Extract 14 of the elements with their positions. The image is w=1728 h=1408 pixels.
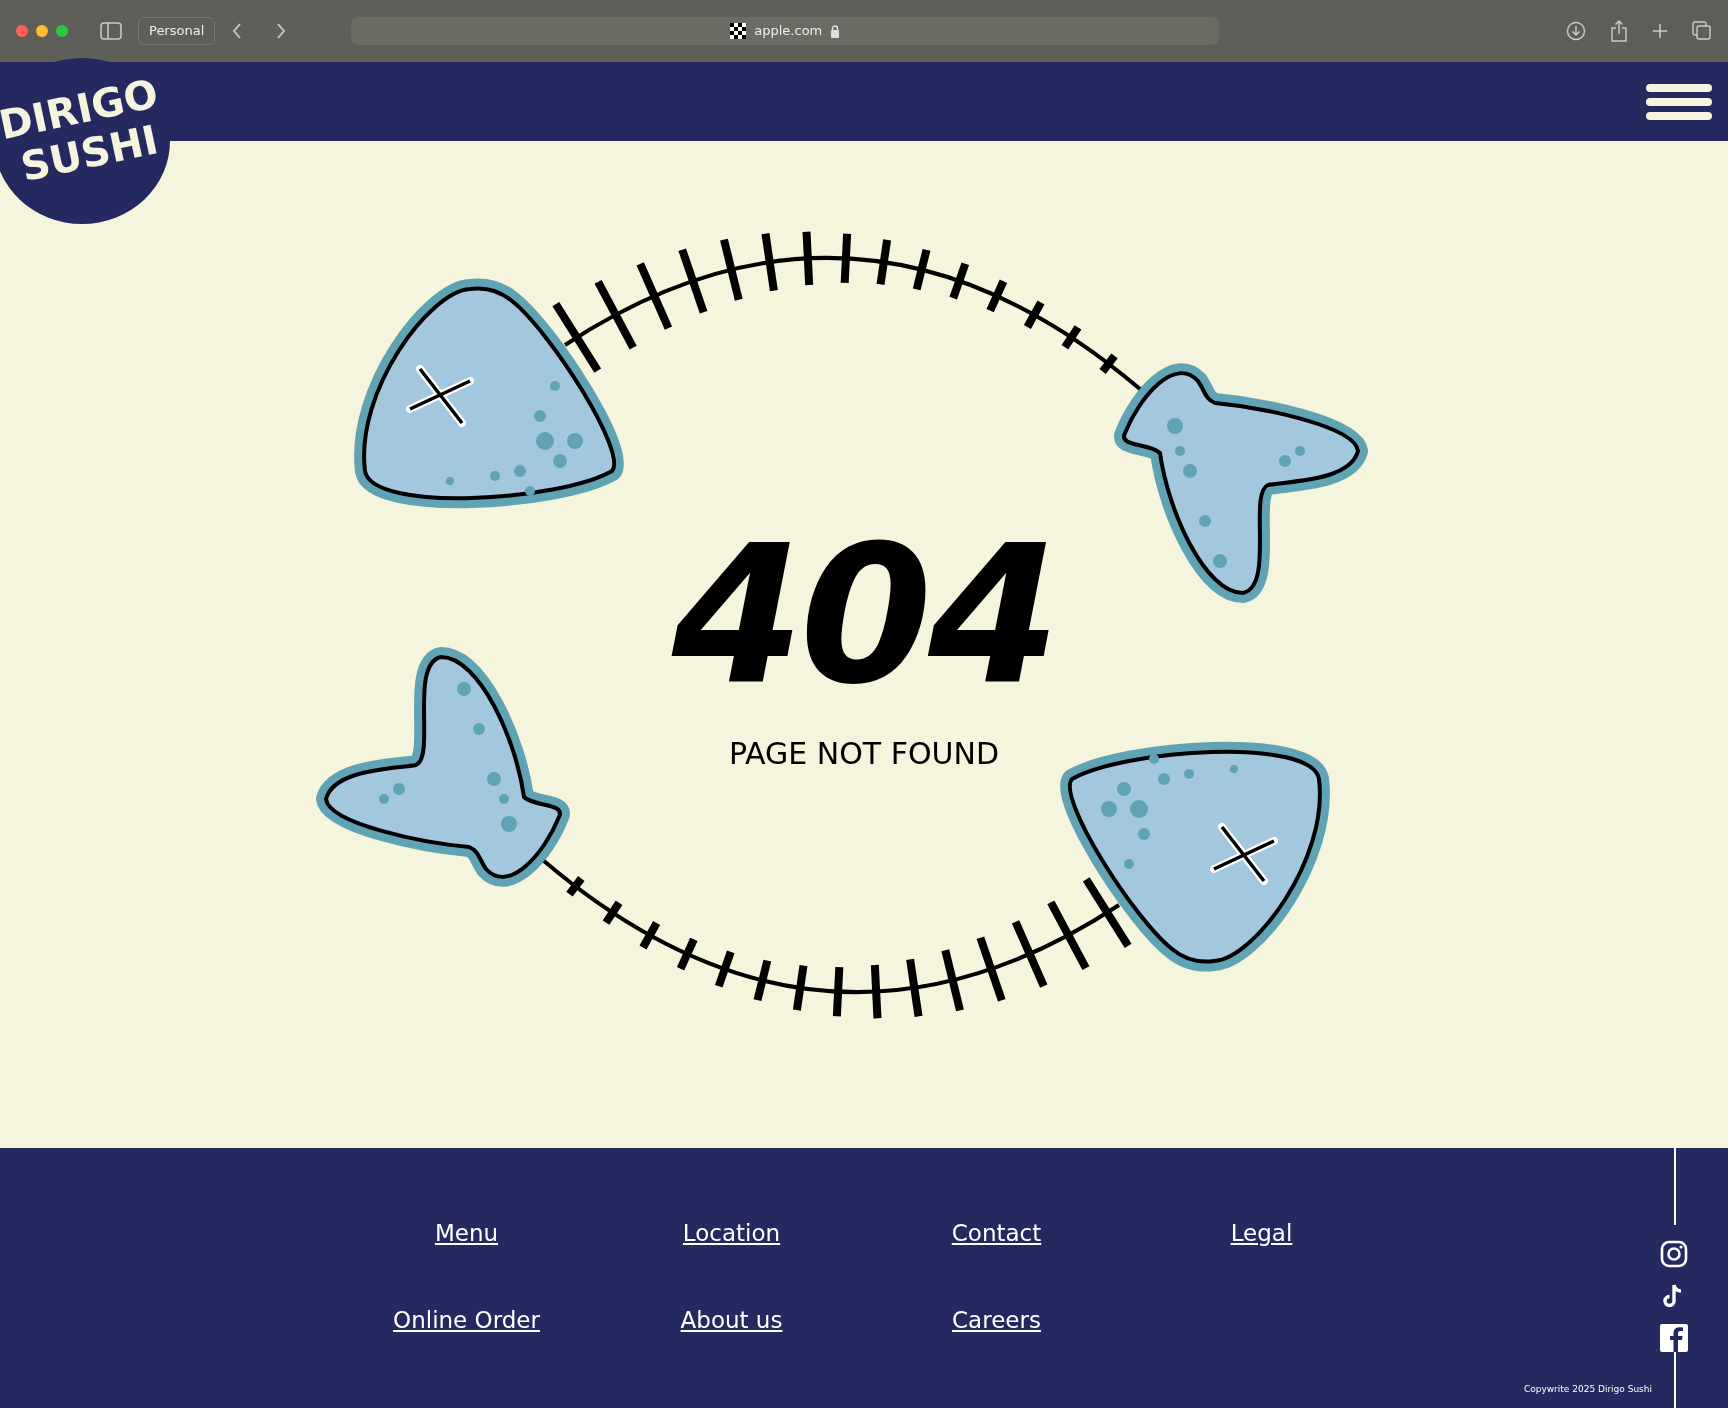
profile-button[interactable]: Personal bbox=[138, 17, 216, 45]
footer-link[interactable]: Menu bbox=[434, 1220, 499, 1246]
copyright-text: Copywrite 2025 Dirigo Sushi bbox=[1523, 1382, 1652, 1396]
footer-link[interactable]: Online Order bbox=[393, 1306, 540, 1333]
url-text: apple.com bbox=[754, 22, 823, 41]
footer-link[interactable]: Location bbox=[682, 1220, 781, 1246]
footer-link[interactable]: Contact bbox=[951, 1220, 1042, 1246]
error-message: PAGE NOT FOUND bbox=[728, 735, 1000, 773]
footer-link[interactable]: Careers bbox=[952, 1306, 1041, 1333]
address-bar[interactable]: apple.com bbox=[351, 17, 1220, 45]
logo[interactable]: DIRIGO SUSHI bbox=[0, 58, 170, 224]
footer-link[interactable]: Legal bbox=[1230, 1220, 1293, 1246]
error-code: 404 bbox=[671, 521, 1057, 711]
footer-link[interactable]: About us bbox=[680, 1306, 783, 1333]
